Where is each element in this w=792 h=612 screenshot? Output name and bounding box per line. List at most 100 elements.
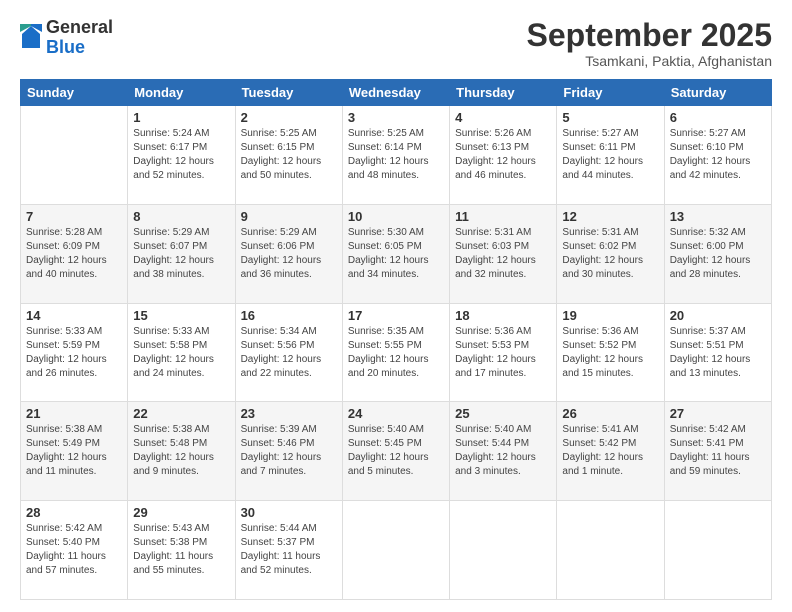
table-row: 2Sunrise: 5:25 AMSunset: 6:15 PMDaylight… <box>235 106 342 205</box>
day-number: 8 <box>133 209 229 224</box>
day-info: Sunrise: 5:39 AMSunset: 5:46 PMDaylight:… <box>241 423 337 479</box>
day-number: 28 <box>26 505 122 520</box>
table-row: 5Sunrise: 5:27 AMSunset: 6:11 PMDaylight… <box>557 106 664 205</box>
header-monday: Monday <box>128 80 235 106</box>
table-row: 24Sunrise: 5:40 AMSunset: 5:45 PMDayligh… <box>342 402 449 501</box>
day-number: 29 <box>133 505 229 520</box>
day-number: 23 <box>241 406 337 421</box>
table-row <box>450 501 557 600</box>
day-info: Sunrise: 5:25 AMSunset: 6:14 PMDaylight:… <box>348 127 444 183</box>
table-row: 26Sunrise: 5:41 AMSunset: 5:42 PMDayligh… <box>557 402 664 501</box>
day-info: Sunrise: 5:26 AMSunset: 6:13 PMDaylight:… <box>455 127 551 183</box>
table-row <box>557 501 664 600</box>
day-info: Sunrise: 5:37 AMSunset: 5:51 PMDaylight:… <box>670 325 766 381</box>
day-number: 11 <box>455 209 551 224</box>
day-info: Sunrise: 5:32 AMSunset: 6:00 PMDaylight:… <box>670 226 766 282</box>
day-info: Sunrise: 5:38 AMSunset: 5:48 PMDaylight:… <box>133 423 229 479</box>
day-number: 12 <box>562 209 658 224</box>
table-row: 17Sunrise: 5:35 AMSunset: 5:55 PMDayligh… <box>342 303 449 402</box>
calendar-table: Sunday Monday Tuesday Wednesday Thursday… <box>20 79 772 600</box>
table-row: 7 Sunrise: 5:28 AMSunset: 6:09 PMDaylight… <box>21 204 128 303</box>
logo-text: General Blue <box>46 18 113 58</box>
table-row: 29 Sunrise: 5:43 AMSunset: 5:38 PMDayligh… <box>128 501 235 600</box>
day-info: Sunrise: 5:34 AMSunset: 5:56 PMDaylight:… <box>241 325 337 381</box>
table-row: 25 Sunrise: 5:40 AMSunset: 5:44 PMDayligh… <box>450 402 557 501</box>
table-row: 14 Sunrise: 5:33 AMSunset: 5:59 PMDayligh… <box>21 303 128 402</box>
table-row: 8 Sunrise: 5:29 AMSunset: 6:07 PMDaylight… <box>128 204 235 303</box>
day-info: Sunrise: 5:31 AMSunset: 6:02 PMDaylight:… <box>562 226 658 282</box>
day-number: 15 <box>133 308 229 323</box>
day-info: Sunrise: 5:33 AMSunset: 5:58 PMDaylight:… <box>133 325 229 381</box>
day-info: Sunrise: 5:27 AMSunset: 6:11 PMDaylight:… <box>562 127 658 183</box>
day-number: 14 <box>26 308 122 323</box>
day-number: 24 <box>348 406 444 421</box>
table-row: 4Sunrise: 5:26 AMSunset: 6:13 PMDaylight… <box>450 106 557 205</box>
day-number: 9 <box>241 209 337 224</box>
table-row: 18Sunrise: 5:36 AMSunset: 5:53 PMDayligh… <box>450 303 557 402</box>
day-number: 2 <box>241 110 337 125</box>
day-info: Sunrise: 5:30 AMSunset: 6:05 PMDaylight:… <box>348 226 444 282</box>
calendar-week-row: 21 Sunrise: 5:38 AMSunset: 5:49 PMDayligh… <box>21 402 772 501</box>
day-info: Sunrise: 5:33 AMSunset: 5:59 PMDaylight:… <box>26 325 122 381</box>
logo-general-label: General <box>46 18 113 38</box>
month-title: September 2025 <box>527 18 772 53</box>
table-row: 9 Sunrise: 5:29 AMSunset: 6:06 PMDaylight… <box>235 204 342 303</box>
table-row: 11 Sunrise: 5:31 AMSunset: 6:03 PMDayligh… <box>450 204 557 303</box>
page: General Blue September 2025 Tsamkani, Pa… <box>0 0 792 612</box>
table-row: 20 Sunrise: 5:37 AMSunset: 5:51 PMDayligh… <box>664 303 771 402</box>
table-row <box>21 106 128 205</box>
header-saturday: Saturday <box>664 80 771 106</box>
table-row: 21 Sunrise: 5:38 AMSunset: 5:49 PMDayligh… <box>21 402 128 501</box>
table-row <box>664 501 771 600</box>
header-wednesday: Wednesday <box>342 80 449 106</box>
day-info: Sunrise: 5:41 AMSunset: 5:42 PMDaylight:… <box>562 423 658 479</box>
table-row: 27Sunrise: 5:42 AMSunset: 5:41 PMDayligh… <box>664 402 771 501</box>
calendar-week-row: 28Sunrise: 5:42 AMSunset: 5:40 PMDayligh… <box>21 501 772 600</box>
header-friday: Friday <box>557 80 664 106</box>
day-number: 19 <box>562 308 658 323</box>
day-number: 22 <box>133 406 229 421</box>
table-row: 22 Sunrise: 5:38 AMSunset: 5:48 PMDayligh… <box>128 402 235 501</box>
day-number: 7 <box>26 209 122 224</box>
day-number: 6 <box>670 110 766 125</box>
header: General Blue September 2025 Tsamkani, Pa… <box>20 18 772 69</box>
table-row: 15 Sunrise: 5:33 AMSunset: 5:58 PMDayligh… <box>128 303 235 402</box>
header-sunday: Sunday <box>21 80 128 106</box>
day-number: 25 <box>455 406 551 421</box>
table-row: 30 Sunrise: 5:44 AMSunset: 5:37 PMDayligh… <box>235 501 342 600</box>
day-number: 27 <box>670 406 766 421</box>
day-info: Sunrise: 5:31 AMSunset: 6:03 PMDaylight:… <box>455 226 551 282</box>
day-info: Sunrise: 5:24 AMSunset: 6:17 PMDaylight:… <box>133 127 229 183</box>
day-number: 13 <box>670 209 766 224</box>
table-row: 16Sunrise: 5:34 AMSunset: 5:56 PMDayligh… <box>235 303 342 402</box>
table-row: 28Sunrise: 5:42 AMSunset: 5:40 PMDayligh… <box>21 501 128 600</box>
table-row: 19 Sunrise: 5:36 AMSunset: 5:52 PMDayligh… <box>557 303 664 402</box>
day-info: Sunrise: 5:38 AMSunset: 5:49 PMDaylight:… <box>26 423 122 479</box>
day-number: 21 <box>26 406 122 421</box>
day-info: Sunrise: 5:44 AMSunset: 5:37 PMDaylight:… <box>241 522 337 578</box>
day-info: Sunrise: 5:43 AMSunset: 5:38 PMDaylight:… <box>133 522 229 578</box>
day-info: Sunrise: 5:28 AMSunset: 6:09 PMDaylight:… <box>26 226 122 282</box>
calendar-week-row: 14 Sunrise: 5:33 AMSunset: 5:59 PMDayligh… <box>21 303 772 402</box>
day-number: 30 <box>241 505 337 520</box>
day-info: Sunrise: 5:36 AMSunset: 5:52 PMDaylight:… <box>562 325 658 381</box>
day-number: 20 <box>670 308 766 323</box>
day-info: Sunrise: 5:29 AMSunset: 6:07 PMDaylight:… <box>133 226 229 282</box>
header-thursday: Thursday <box>450 80 557 106</box>
day-info: Sunrise: 5:40 AMSunset: 5:44 PMDaylight:… <box>455 423 551 479</box>
header-row: Sunday Monday Tuesday Wednesday Thursday… <box>21 80 772 106</box>
table-row: 12 Sunrise: 5:31 AMSunset: 6:02 PMDayligh… <box>557 204 664 303</box>
day-number: 1 <box>133 110 229 125</box>
logo-blue-label: Blue <box>46 38 113 58</box>
table-row: 1 Sunrise: 5:24 AMSunset: 6:17 PMDaylight… <box>128 106 235 205</box>
day-number: 18 <box>455 308 551 323</box>
day-number: 3 <box>348 110 444 125</box>
day-info: Sunrise: 5:29 AMSunset: 6:06 PMDaylight:… <box>241 226 337 282</box>
table-row: 23 Sunrise: 5:39 AMSunset: 5:46 PMDayligh… <box>235 402 342 501</box>
header-tuesday: Tuesday <box>235 80 342 106</box>
title-block: September 2025 Tsamkani, Paktia, Afghani… <box>527 18 772 69</box>
location-subtitle: Tsamkani, Paktia, Afghanistan <box>527 53 772 69</box>
day-info: Sunrise: 5:27 AMSunset: 6:10 PMDaylight:… <box>670 127 766 183</box>
calendar-week-row: 1 Sunrise: 5:24 AMSunset: 6:17 PMDaylight… <box>21 106 772 205</box>
calendar-week-row: 7 Sunrise: 5:28 AMSunset: 6:09 PMDaylight… <box>21 204 772 303</box>
